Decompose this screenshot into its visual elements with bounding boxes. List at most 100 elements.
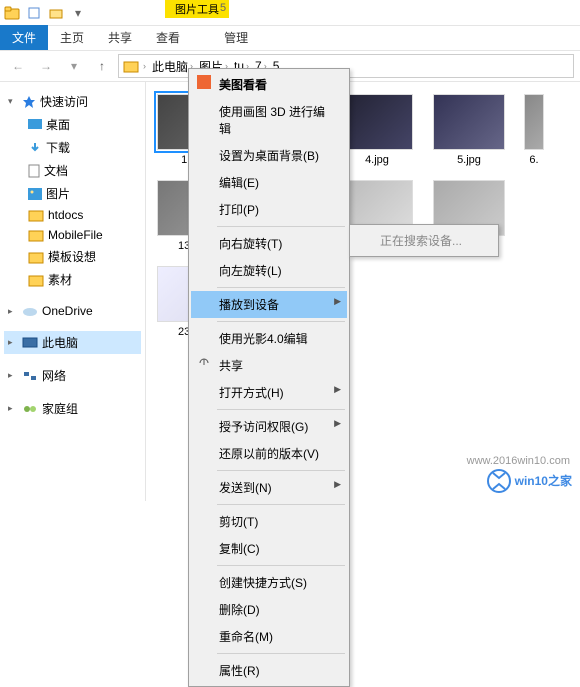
- watermark: win10之家: [487, 469, 572, 493]
- cm-previous-versions[interactable]: 还原以前的版本(V): [191, 440, 347, 467]
- cm-paint3d[interactable]: 使用画图 3D 进行编辑: [191, 98, 347, 142]
- picture-icon: [28, 188, 42, 200]
- thumbnail: [433, 94, 505, 150]
- tab-view[interactable]: 查看: [144, 25, 192, 50]
- cm-delete[interactable]: 删除(D): [191, 596, 347, 623]
- properties-icon[interactable]: [26, 5, 42, 21]
- cm-copy[interactable]: 复制(C): [191, 535, 347, 562]
- cm-print[interactable]: 打印(P): [191, 196, 347, 223]
- app-icon: [197, 75, 211, 89]
- tab-home[interactable]: 主页: [48, 25, 96, 50]
- chevron-right-icon: ▶: [334, 384, 341, 395]
- separator: [217, 470, 345, 471]
- selection-count: 5: [220, 2, 226, 14]
- recent-dropdown[interactable]: ▾: [62, 54, 86, 78]
- separator: [217, 653, 345, 654]
- new-folder-icon[interactable]: [48, 5, 64, 21]
- app-icon: [4, 5, 20, 21]
- cm-properties[interactable]: 属性(R): [191, 657, 347, 684]
- cm-rotate-left[interactable]: 向左旋转(L): [191, 257, 347, 284]
- tree-onedrive[interactable]: ▸OneDrive: [4, 301, 141, 321]
- cm-edit[interactable]: 编辑(E): [191, 169, 347, 196]
- folder-icon: [28, 273, 44, 287]
- file-item[interactable]: 5.jpg: [432, 94, 506, 166]
- file-item[interactable]: 6.: [524, 94, 544, 166]
- desktop-icon: [28, 119, 42, 131]
- cm-lightshadow[interactable]: 使用光影4.0编辑: [191, 325, 347, 352]
- tab-share[interactable]: 共享: [96, 25, 144, 50]
- chevron-right-icon[interactable]: ▸: [8, 337, 18, 348]
- tree-homegroup[interactable]: ▸家庭组: [4, 397, 141, 420]
- cloud-icon: [22, 305, 38, 317]
- submenu-searching: 正在搜索设备...: [352, 227, 496, 254]
- cm-open-with[interactable]: 打开方式(H)▶: [191, 379, 347, 406]
- cm-rename[interactable]: 重命名(M): [191, 623, 347, 650]
- folder-icon: [123, 59, 139, 73]
- separator: [217, 565, 345, 566]
- star-icon: [22, 95, 36, 109]
- chevron-right-icon[interactable]: ▸: [8, 403, 18, 414]
- separator: [217, 226, 345, 227]
- separator: [217, 409, 345, 410]
- document-icon: [28, 164, 40, 178]
- network-icon: [22, 370, 38, 382]
- file-name: 5.jpg: [457, 154, 481, 166]
- cm-set-wallpaper[interactable]: 设置为桌面背景(B): [191, 142, 347, 169]
- quick-access-toolbar: ▾: [26, 5, 86, 21]
- tree-mobilefile[interactable]: MobileFile: [4, 225, 141, 245]
- dropdown-icon[interactable]: ▾: [70, 5, 86, 21]
- separator: [217, 504, 345, 505]
- cm-cast-to-device[interactable]: 播放到设备▶: [191, 291, 347, 318]
- tab-file[interactable]: 文件: [0, 25, 48, 50]
- folder-icon: [28, 228, 44, 242]
- chevron-right-icon: ▶: [334, 296, 341, 307]
- cm-send-to[interactable]: 发送到(N)▶: [191, 474, 347, 501]
- download-icon: [28, 142, 42, 154]
- pc-icon: [22, 337, 38, 349]
- chevron-right-icon[interactable]: ▸: [8, 370, 18, 381]
- file-name: 6.: [529, 154, 538, 166]
- ribbon-tabs: 文件 主页 共享 查看 管理: [0, 26, 580, 50]
- cm-create-shortcut[interactable]: 创建快捷方式(S): [191, 569, 347, 596]
- chevron-right-icon[interactable]: ▸: [8, 306, 18, 317]
- tree-pictures[interactable]: 图片: [4, 182, 141, 205]
- cm-give-access[interactable]: 授予访问权限(G)▶: [191, 413, 347, 440]
- tree-material[interactable]: 素材: [4, 268, 141, 291]
- context-menu: 美图看看 使用画图 3D 进行编辑 设置为桌面背景(B) 编辑(E) 打印(P)…: [188, 68, 350, 687]
- cm-rotate-right[interactable]: 向右旋转(T): [191, 230, 347, 257]
- separator: [217, 287, 345, 288]
- cm-header[interactable]: 美图看看: [191, 71, 347, 98]
- file-name: 4.jpg: [365, 154, 389, 166]
- nav-tree: ▾ 快速访问 桌面 下载 文档 图片 htdocs MobileFile 模板设…: [0, 82, 146, 501]
- cm-cut[interactable]: 剪切(T): [191, 508, 347, 535]
- forward-button[interactable]: →: [34, 54, 58, 78]
- share-icon: [197, 356, 211, 370]
- tree-desktop[interactable]: 桌面: [4, 113, 141, 136]
- tree-quick-access[interactable]: ▾ 快速访问: [4, 90, 141, 113]
- thumbnail: [341, 94, 413, 150]
- tree-downloads[interactable]: 下载: [4, 136, 141, 159]
- up-button[interactable]: ↑: [90, 54, 114, 78]
- tree-documents[interactable]: 文档: [4, 159, 141, 182]
- tree-htdocs[interactable]: htdocs: [4, 205, 141, 225]
- cm-share[interactable]: 共享: [191, 352, 347, 379]
- chevron-right-icon: ▶: [334, 418, 341, 429]
- file-item[interactable]: 4.jpg: [340, 94, 414, 166]
- homegroup-icon: [22, 403, 38, 415]
- cast-submenu: 正在搜索设备...: [349, 224, 499, 257]
- tree-thispc[interactable]: ▸此电脑: [4, 331, 141, 354]
- tab-manage[interactable]: 管理: [212, 25, 260, 50]
- logo-icon: [487, 469, 511, 493]
- thumbnail: [524, 94, 544, 150]
- folder-icon: [28, 250, 44, 264]
- chevron-right-icon: ▶: [334, 479, 341, 490]
- chevron-down-icon[interactable]: ▾: [8, 96, 18, 107]
- tree-template[interactable]: 模板设想: [4, 245, 141, 268]
- separator: [217, 321, 345, 322]
- tree-network[interactable]: ▸网络: [4, 364, 141, 387]
- titlebar: ▾: [0, 0, 580, 26]
- folder-icon: [28, 208, 44, 222]
- back-button[interactable]: ←: [6, 54, 30, 78]
- watermark-url: www.2016win10.com: [467, 455, 570, 467]
- tree-label: 快速访问: [40, 93, 88, 110]
